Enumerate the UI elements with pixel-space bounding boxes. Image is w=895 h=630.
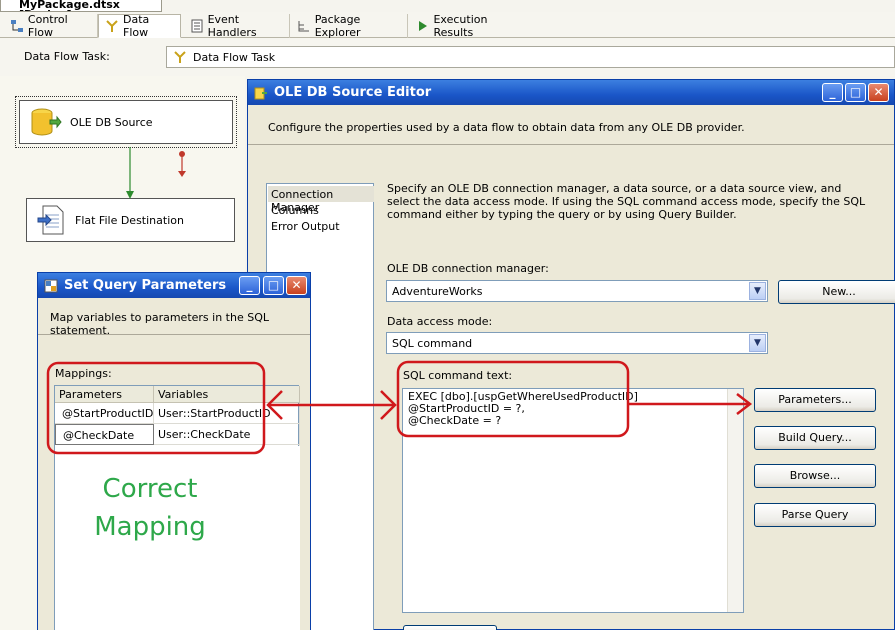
sql-command-label: SQL command text: bbox=[403, 369, 513, 382]
new-button[interactable]: New... bbox=[778, 280, 895, 304]
ole-db-source-component[interactable]: OLE DB Source bbox=[15, 96, 237, 148]
browse-button[interactable]: Browse... bbox=[754, 464, 876, 488]
execution-results-icon bbox=[419, 21, 427, 31]
query-params-window-icon bbox=[44, 279, 58, 292]
flat-file-destination-component[interactable]: Flat File Destination bbox=[26, 198, 235, 242]
flat-file-icon bbox=[37, 205, 64, 235]
sql-scrollbar[interactable] bbox=[727, 389, 743, 612]
connection-info-text: Specify an OLE DB connection manager, a … bbox=[387, 182, 866, 221]
window-title: OLE DB Source Editor bbox=[274, 85, 432, 100]
tab-label: Execution Results bbox=[433, 13, 488, 39]
select-value: AdventureWorks bbox=[392, 285, 483, 298]
maximize-button[interactable]: □ bbox=[845, 83, 866, 102]
connection-manager-select[interactable]: AdventureWorks ▼ bbox=[386, 280, 768, 302]
minimize-button[interactable]: _ bbox=[239, 276, 260, 295]
task-label: Data Flow Task: bbox=[24, 50, 110, 63]
document-tab[interactable]: MyPackage.dtsx [Design] bbox=[0, 0, 162, 12]
nav-item-columns[interactable]: Columns bbox=[271, 204, 319, 217]
mappings-label: Mappings: bbox=[55, 367, 112, 380]
component-label: Flat File Destination bbox=[75, 213, 184, 227]
tab-label: Event Handlers bbox=[207, 13, 257, 39]
tab-label: Package Explorer bbox=[314, 13, 361, 39]
connection-manager-label: OLE DB connection manager: bbox=[387, 262, 549, 275]
close-button[interactable]: ✕ bbox=[286, 276, 307, 295]
data-access-mode-select[interactable]: SQL command ▼ bbox=[386, 332, 768, 354]
nav-item-error-output[interactable]: Error Output bbox=[271, 220, 340, 233]
component-label: OLE DB Source bbox=[70, 115, 153, 129]
data-flow-task-selector[interactable]: Data Flow Task bbox=[166, 46, 895, 68]
preview-button[interactable] bbox=[403, 625, 497, 630]
data-flow-icon bbox=[106, 20, 118, 32]
table-cell-variable[interactable]: User::CheckDate bbox=[154, 424, 300, 445]
data-access-mode-label: Data access mode: bbox=[387, 315, 493, 328]
maximize-button[interactable]: □ bbox=[263, 276, 284, 295]
designer-tabstrip: Control Flow Data Flow Event Handlers Pa… bbox=[0, 12, 895, 39]
header-divider bbox=[248, 144, 894, 145]
chevron-down-icon[interactable]: ▼ bbox=[749, 282, 766, 300]
task-value: Data Flow Task bbox=[193, 50, 276, 64]
tab-data-flow[interactable]: Data Flow bbox=[98, 13, 181, 39]
table-cell-parameter[interactable]: @StartProductID bbox=[55, 403, 154, 424]
ole-db-source-editor-window: OLE DB Source Editor _ □ ✕ Configure the… bbox=[247, 79, 895, 630]
header-divider bbox=[38, 334, 310, 335]
editor-description: Configure the properties used by a data … bbox=[268, 121, 745, 134]
table-cell-parameter-editing[interactable]: @CheckDate bbox=[55, 424, 154, 445]
sql-command-text[interactable]: EXEC [dbo].[uspGetWhereUsedProductID] @S… bbox=[408, 391, 638, 427]
window-title: Set Query Parameters bbox=[64, 278, 227, 293]
tab-label: Control Flow bbox=[27, 13, 68, 39]
ole-editor-titlebar[interactable]: OLE DB Source Editor bbox=[248, 80, 894, 105]
minimize-button[interactable]: _ bbox=[822, 83, 843, 102]
control-flow-icon bbox=[11, 20, 23, 32]
tab-control-flow[interactable]: Control Flow bbox=[4, 13, 98, 39]
chevron-down-icon[interactable]: ▼ bbox=[749, 334, 766, 352]
ole-editor-window-icon bbox=[254, 87, 267, 99]
table-cell-variable[interactable]: User::StartProductID bbox=[154, 403, 300, 424]
annotation-line-1: Correct bbox=[102, 474, 198, 504]
close-button[interactable]: ✕ bbox=[868, 83, 889, 102]
event-handlers-icon bbox=[191, 19, 203, 33]
package-explorer-icon bbox=[298, 21, 309, 32]
set-query-parameters-window: Set Query Parameters _ □ ✕ Map variables… bbox=[37, 272, 311, 630]
tab-event-handlers[interactable]: Event Handlers bbox=[184, 13, 290, 39]
tab-label: Data Flow bbox=[123, 13, 150, 39]
tab-package-explorer[interactable]: Package Explorer bbox=[291, 13, 408, 39]
parse-query-button[interactable]: Parse Query bbox=[754, 503, 876, 527]
correct-mapping-annotation: Correct Mapping bbox=[90, 470, 210, 546]
build-query-button[interactable]: Build Query... bbox=[754, 426, 876, 450]
annotation-line-2: Mapping bbox=[94, 512, 206, 542]
select-value: SQL command bbox=[392, 337, 473, 350]
column-header-parameters[interactable]: Parameters bbox=[55, 386, 154, 403]
tab-execution-results[interactable]: Execution Results bbox=[410, 13, 526, 39]
column-header-variables[interactable]: Variables bbox=[154, 386, 300, 403]
database-source-icon bbox=[31, 108, 62, 136]
sql-command-textarea[interactable]: EXEC [dbo].[uspGetWhereUsedProductID] @S… bbox=[402, 388, 744, 613]
data-flow-task-icon bbox=[174, 51, 186, 63]
parameters-button[interactable]: Parameters... bbox=[754, 388, 876, 412]
